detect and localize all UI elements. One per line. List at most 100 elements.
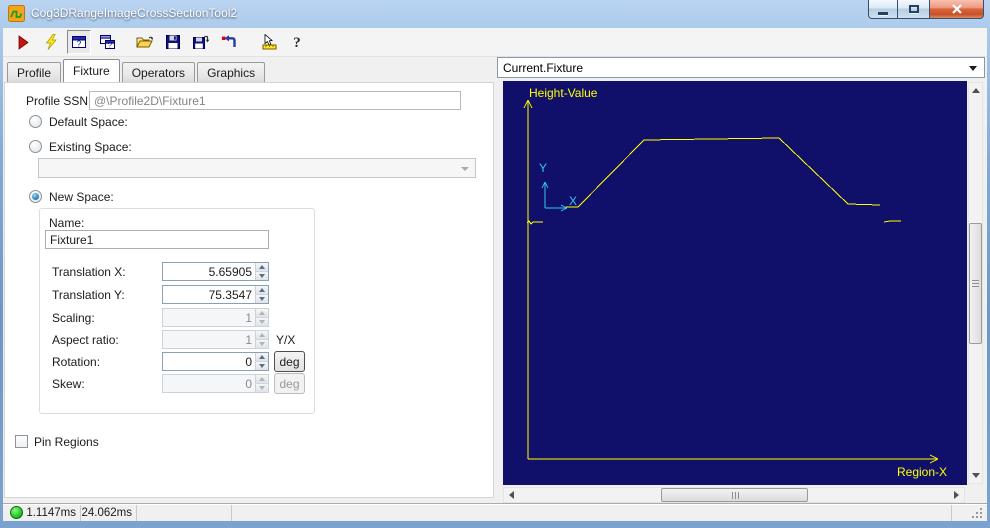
tab-operators[interactable]: Operators	[121, 62, 196, 82]
spin-up-icon	[259, 333, 265, 337]
name-field[interactable]: Fixture1	[45, 230, 269, 249]
new-space-radio[interactable]	[29, 190, 42, 203]
translation-x-field[interactable]: 5.65905	[162, 262, 269, 281]
existing-space-label: Existing Space:	[49, 140, 132, 154]
close-icon	[951, 4, 962, 14]
resize-grip[interactable]	[972, 508, 983, 519]
default-space-label: Default Space:	[49, 115, 128, 129]
maximize-button[interactable]	[898, 0, 929, 19]
vertical-scroll-thumb[interactable]	[969, 223, 982, 344]
rotation-field[interactable]: 0	[162, 352, 269, 371]
profile-graph[interactable]: Height-Value Region-X Y X	[503, 81, 967, 485]
profile-ssn-field[interactable]: @\Profile2D\Fixture1	[89, 91, 461, 110]
existing-space-select[interactable]	[38, 158, 476, 178]
spin-up-button[interactable]	[256, 263, 268, 271]
position-tool-button[interactable]	[257, 30, 281, 54]
tab-profile[interactable]: Profile	[7, 62, 62, 82]
rotation-row: Rotation: 0 deg	[40, 351, 314, 372]
run-icon	[18, 35, 29, 50]
display-selector[interactable]: Current.Fixture	[497, 57, 985, 78]
open-folder-icon	[136, 36, 153, 48]
tool-window: Cog3DRangeImageCrossSectionTool2 ? ? ? P…	[0, 0, 990, 528]
tab-graphics[interactable]: Graphics	[197, 62, 266, 82]
existing-space-radio[interactable]	[29, 140, 42, 153]
help-icon: ?	[293, 35, 301, 50]
spin-down-button	[256, 339, 268, 348]
aspect-ratio-label: Aspect ratio:	[52, 333, 119, 347]
arrow-down-icon	[971, 473, 980, 478]
spin-up-icon	[259, 288, 265, 292]
chevron-down-icon	[461, 167, 469, 171]
aspect-ratio-field: 1	[162, 330, 269, 349]
tabstrip: Profile Fixture Operators Graphics	[7, 59, 267, 82]
scroll-down-button[interactable]	[969, 468, 982, 483]
svg-text:?: ?	[293, 35, 301, 50]
svg-text:?: ?	[76, 40, 81, 49]
close-button[interactable]	[929, 0, 984, 19]
spin-up-button	[256, 331, 268, 339]
translation-x-label: Translation X:	[52, 265, 126, 279]
show-result-display-button[interactable]: ?	[67, 30, 91, 54]
lightning-icon	[45, 34, 57, 50]
arrow-left-icon	[509, 491, 514, 499]
save-as-button[interactable]	[189, 30, 213, 54]
translation-y-row: Translation Y: 75.3547	[40, 285, 314, 305]
name-label: Name:	[49, 216, 85, 230]
skew-units-button: deg	[274, 373, 305, 394]
scaling-label: Scaling:	[52, 311, 95, 325]
spin-down-button[interactable]	[256, 361, 268, 370]
status-cell-empty	[232, 504, 952, 521]
horizontal-scroll-thumb[interactable]	[661, 488, 808, 502]
graph-xlabel: Region-X	[897, 465, 947, 479]
horizontal-scrollbar[interactable]	[503, 487, 965, 503]
spin-down-icon	[259, 320, 265, 324]
spin-down-icon	[259, 274, 265, 278]
reset-button[interactable]	[217, 30, 241, 54]
rotation-label: Rotation:	[52, 355, 101, 369]
scroll-left-button[interactable]	[504, 488, 519, 502]
aspect-ratio-row: Aspect ratio: 1 Y/X	[40, 330, 314, 350]
spin-down-icon	[259, 297, 265, 301]
spin-down-button[interactable]	[256, 294, 268, 303]
spin-down-button[interactable]	[256, 271, 268, 280]
status-led-icon	[10, 506, 23, 519]
minimize-button[interactable]	[868, 0, 898, 19]
open-button[interactable]	[133, 30, 157, 54]
electric-run-button[interactable]	[39, 30, 63, 54]
scroll-up-button[interactable]	[969, 83, 982, 98]
spin-up-button[interactable]	[256, 353, 268, 361]
scaling-field: 1	[162, 308, 269, 327]
vertical-scrollbar[interactable]	[968, 82, 983, 484]
status-time-1: 1.1147ms	[23, 504, 81, 521]
tab-fixture[interactable]: Fixture	[63, 59, 120, 82]
client-area: ? ? ? Profile Fixture Operators Graphics…	[3, 28, 987, 521]
save-button[interactable]	[161, 30, 185, 54]
titlebar[interactable]: Cog3DRangeImageCrossSectionTool2	[0, 0, 990, 28]
run-button[interactable]	[11, 30, 35, 54]
maximize-icon	[908, 5, 919, 13]
float-result-display-button[interactable]: ?	[95, 30, 119, 54]
help-button[interactable]: ?	[285, 30, 309, 54]
float-window-icon: ?	[99, 35, 115, 50]
spin-up-icon	[259, 377, 265, 381]
default-space-radio[interactable]	[29, 115, 42, 128]
rotation-units-button[interactable]: deg	[274, 351, 305, 372]
status-cell-empty	[137, 504, 232, 521]
status-time-2: 24.062ms	[81, 504, 137, 521]
translation-y-field[interactable]: 75.3547	[162, 285, 269, 304]
status-bar: 1.1147ms 24.062ms	[3, 503, 987, 521]
app-icon	[8, 5, 25, 22]
minimize-icon	[878, 11, 888, 15]
pin-regions-checkbox[interactable]	[15, 435, 28, 448]
spin-down-button	[256, 317, 268, 326]
pointer-ruler-icon	[262, 34, 276, 50]
spin-up-button[interactable]	[256, 286, 268, 294]
reset-icon	[221, 35, 236, 47]
spin-down-icon	[259, 342, 265, 346]
translation-y-label: Translation Y:	[52, 288, 125, 302]
scroll-right-button[interactable]	[949, 488, 964, 502]
skew-row: Skew: 0 deg	[40, 373, 314, 394]
thumb-grip	[732, 492, 733, 499]
profile-ssn-label: Profile SSN:	[26, 94, 92, 108]
new-space-groupbox: Name: Fixture1 Translation X: 5.65905 Tr…	[39, 208, 315, 414]
